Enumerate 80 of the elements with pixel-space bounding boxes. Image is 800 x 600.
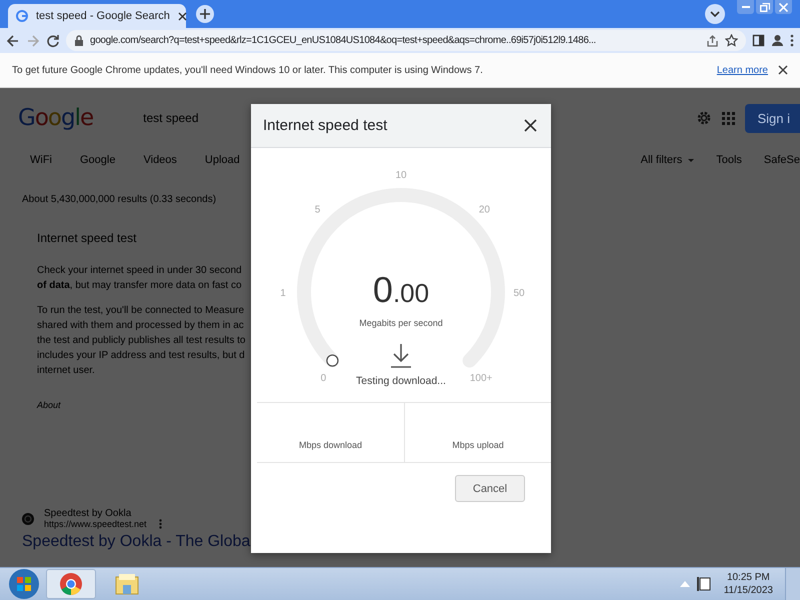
test-status: Testing download... [356, 375, 446, 387]
toolbar-link[interactable]: All filters [640, 154, 694, 166]
chrome-taskbar-button[interactable] [46, 569, 96, 599]
restore-button[interactable] [756, 0, 773, 14]
folder-icon [115, 572, 139, 596]
close-button[interactable] [775, 0, 792, 14]
dialog-title: Internet speed test [263, 117, 388, 134]
scale-label: 20 [478, 204, 490, 216]
site-name: Speedtest by Ookla [44, 508, 132, 519]
download-icon [391, 343, 411, 368]
speed-unit: Megabits per second [359, 318, 443, 328]
learn-more-link[interactable]: Learn more [716, 64, 768, 76]
tab-search-button[interactable] [705, 4, 725, 24]
paragraph-line: includes your IP address and test results, but d [37, 349, 245, 363]
result-label: Mbps upload [404, 403, 551, 462]
scale-label: 1 [280, 288, 286, 299]
paragraph-line: of data, but may transfer more data on fast co [37, 279, 242, 293]
restore-icon [760, 2, 770, 12]
paragraph-line: Check your internet speed in under 30 second [37, 264, 242, 278]
browser-tab[interactable]: test speed - Google Search [8, 4, 186, 28]
sign-in-button[interactable]: Sign i [745, 104, 800, 132]
paragraph-line: the test and publicly publishes all test results to [37, 334, 246, 348]
share-icon[interactable] [706, 34, 719, 47]
start-button[interactable] [8, 568, 40, 600]
result-label: Mbps download [298, 439, 364, 452]
star-icon[interactable] [725, 34, 738, 47]
close-icon [779, 2, 788, 12]
cancel-button[interactable]: Cancel [455, 475, 525, 502]
filter-chip[interactable]: Google [80, 154, 116, 166]
clock[interactable]: 10:25 PM 11/15/2023 [724, 571, 773, 597]
profile-icon[interactable] [771, 34, 784, 47]
settings-icon[interactable] [696, 110, 712, 126]
chrome-icon [59, 572, 83, 596]
lock-icon [74, 34, 84, 46]
apps-grid-icon[interactable] [722, 112, 736, 124]
plus-icon [200, 9, 210, 19]
new-tab-button[interactable] [196, 5, 214, 23]
back-icon[interactable] [6, 34, 20, 48]
site-url: https://www.speedtest.net [44, 519, 147, 529]
card-title: Internet speed test [37, 231, 136, 245]
scale-label: 0 [320, 372, 326, 384]
google-favicon-icon [16, 10, 28, 22]
google-logo: Google [18, 105, 94, 131]
chevron-down-icon [710, 10, 720, 18]
paragraph-line: To run the test, you'll be connected to Measure [37, 304, 244, 318]
minimize-button[interactable] [737, 0, 754, 14]
filter-chip[interactable]: Videos [143, 154, 177, 166]
address-bar[interactable]: google.com/search?q=test+speed&rlz=1C1GCEU_enUS1084US1084&oq=test+speed&aqs=chrome..69i57j0i512l9.1486... [66, 30, 746, 51]
update-message: To get future Google Chrome updates, you'll need Windows 10 or later. This computer is using Windows 7. [12, 64, 484, 76]
reload-icon[interactable] [46, 34, 60, 48]
close-icon[interactable] [524, 119, 537, 132]
side-panel-icon[interactable] [752, 34, 765, 47]
network-icon[interactable] [696, 576, 712, 592]
result-stats: About 5,430,000,000 results (0.33 seconds) [21, 193, 218, 205]
caret-icon [688, 158, 694, 162]
minimize-icon [742, 6, 750, 8]
scale-label: 50 [513, 288, 525, 299]
scale-label: 10 [395, 170, 407, 181]
filter-chip[interactable]: WiFi [30, 154, 52, 166]
url-text: google.com/search?q=test+speed&rlz=1C1GCEU_enUS1084US1084&oq=test+speed&aqs=chrome..69i57j0i512l9.1486... [90, 35, 597, 46]
result-title-link[interactable]: Speedtest by Ookla - The Globa [22, 533, 250, 551]
toolbar-link[interactable]: SafeSe [764, 154, 800, 166]
menu-icon[interactable] [790, 34, 794, 47]
paragraph-line: internet user. [37, 364, 95, 378]
gauge-knob [326, 354, 338, 367]
about-link[interactable]: About [37, 400, 61, 410]
close-icon[interactable] [178, 12, 187, 20]
speed-value: 0.00 [372, 269, 430, 310]
tab-title: test speed - Google Search [36, 10, 170, 22]
scale-label: 100+ [470, 372, 492, 384]
scale-label: 5 [314, 204, 320, 216]
more-options-icon[interactable] [158, 519, 162, 529]
search-query[interactable]: test speed [143, 111, 199, 125]
close-icon[interactable] [778, 65, 788, 75]
site-favicon-icon [22, 512, 34, 524]
filter-chip[interactable]: Upload [204, 154, 240, 166]
clock-time: 10:25 PM [726, 571, 770, 584]
paragraph-line: shared with them and processed by them in ac [37, 319, 244, 333]
clock-date: 11/15/2023 [724, 584, 773, 597]
toolbar-link[interactable]: Tools [716, 154, 742, 166]
